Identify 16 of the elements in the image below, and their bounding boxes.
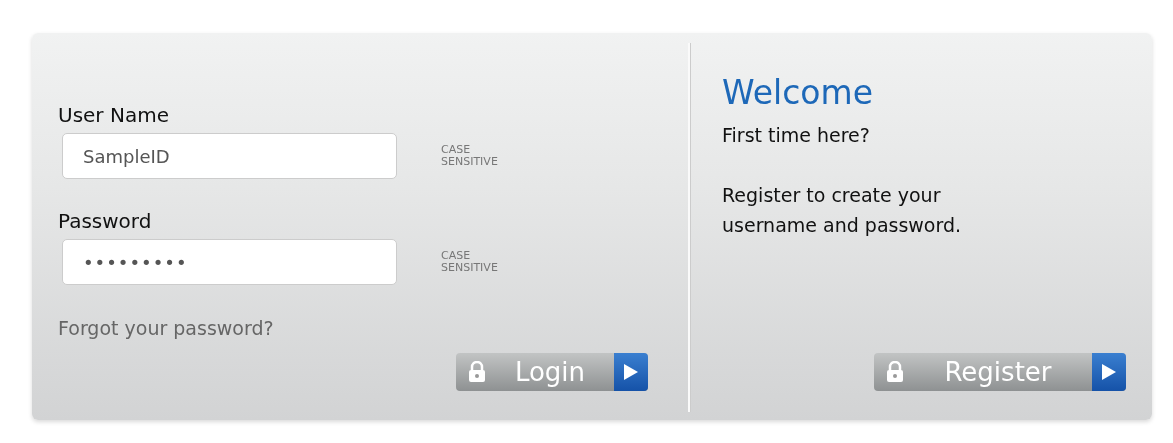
- input-field[interactable]: •••••••••: [62, 239, 397, 285]
- forgot-password-link[interactable]: Forgot your password?: [58, 317, 274, 339]
- case-sensitive-note: CASE SENSITIVE: [441, 144, 498, 168]
- welcome-title: Welcome: [722, 73, 874, 112]
- register-info-text: Register to create your username and password.: [722, 183, 963, 238]
- field-label: User Name: [58, 103, 169, 127]
- subtitle-text: First time here?: [722, 123, 871, 148]
- play-arrow-icon: [1101, 363, 1117, 381]
- input-field[interactable]: SampleID: [62, 133, 397, 179]
- play-arrow-icon: [623, 363, 639, 381]
- lock-icon: [468, 361, 486, 383]
- lock-icon: [886, 361, 904, 383]
- login-button[interactable]: Login: [456, 353, 648, 391]
- case-sensitive-note: CASE SENSITIVE: [441, 250, 498, 274]
- register-button[interactable]: Register: [874, 353, 1126, 391]
- field-label: Password: [58, 209, 152, 233]
